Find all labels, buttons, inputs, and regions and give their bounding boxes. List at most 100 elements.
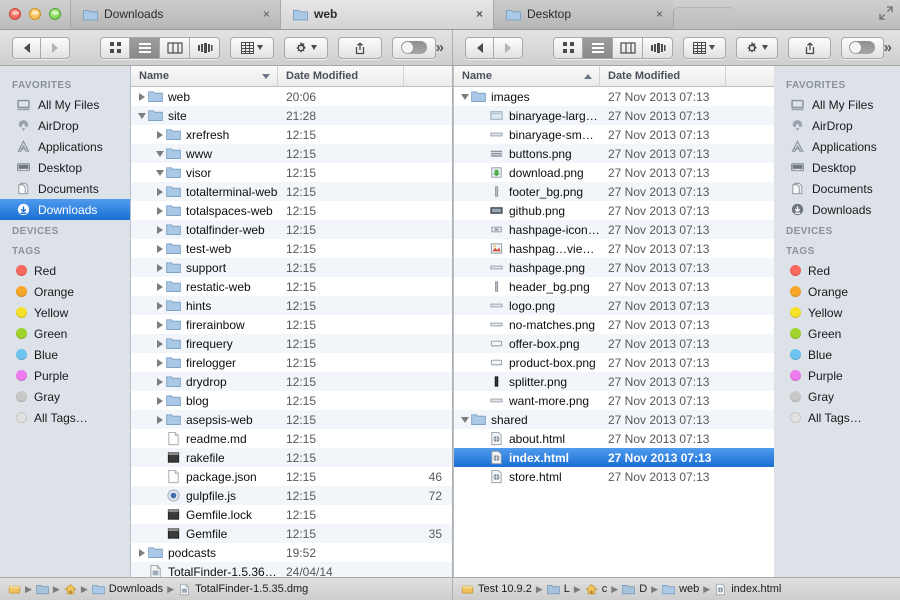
sidebar-item-all-tags[interactable]: All Tags… [774,407,900,428]
disclosure-triangle-expanded[interactable] [153,150,166,157]
disclosure-triangle-collapsed[interactable] [153,358,166,367]
sidebar-item-green[interactable]: Green [774,323,900,344]
table-row[interactable]: totalterminal-web 12:15 [131,182,452,201]
sidebar-item-yellow[interactable]: Yellow [774,302,900,323]
disclosure-triangle-collapsed[interactable] [153,320,166,329]
sidebar-item-green[interactable]: Green [0,323,130,344]
disclosure-triangle-expanded[interactable] [153,169,166,176]
table-row[interactable]: web 20:06 [131,87,452,106]
sidebar-item-yellow[interactable]: Yellow [0,302,130,323]
close-icon[interactable]: × [460,8,483,20]
table-row[interactable]: github.png 27 Nov 2013 07:13 [454,201,774,220]
action-button-right[interactable] [735,36,779,59]
sidebar-item-desktop[interactable]: Desktop [0,157,130,178]
disclosure-triangle-collapsed[interactable] [153,339,166,348]
arrange-button-right[interactable] [683,36,726,59]
breadcrumb-item[interactable] [8,583,21,596]
table-row[interactable]: hashpage.png 27 Nov 2013 07:13 [454,258,774,277]
table-row[interactable]: splitter.png 27 Nov 2013 07:13 [454,372,774,391]
table-row[interactable]: index.html 27 Nov 2013 07:13 [454,448,774,467]
disclosure-triangle-collapsed[interactable] [135,92,148,101]
table-row[interactable]: Gemfile.lock 12:15 [131,505,452,524]
disclosure-triangle-collapsed[interactable] [153,301,166,310]
disclosure-triangle-collapsed[interactable] [153,377,166,386]
zoom-window-button[interactable] [49,8,61,20]
disclosure-triangle-collapsed[interactable] [153,244,166,253]
sidebar-item-purple[interactable]: Purple [774,365,900,386]
table-row[interactable]: drydrop 12:15 [131,372,452,391]
table-row[interactable]: binaryage-large.png 27 Nov 2013 07:13 [454,106,774,125]
column-header-name[interactable]: Name [454,66,600,86]
disclosure-triangle-collapsed[interactable] [153,396,166,405]
sidebar-item-documents[interactable]: Documents [774,178,900,199]
table-row[interactable]: firerainbow 12:15 [131,315,452,334]
table-row[interactable]: images 27 Nov 2013 07:13 [454,87,774,106]
table-row[interactable]: firelogger 12:15 [131,353,452,372]
close-icon[interactable]: × [640,8,663,20]
sidebar-item-all-tags[interactable]: All Tags… [0,407,130,428]
forward-button[interactable] [41,36,70,59]
table-row[interactable]: firequery 12:15 [131,334,452,353]
column-view-button-right[interactable] [613,36,643,59]
sidebar-item-downloads[interactable]: Downloads [774,199,900,220]
disclosure-triangle-collapsed[interactable] [153,282,166,291]
tab-desktop[interactable]: Desktop × [493,0,673,29]
table-row[interactable]: hints 12:15 [131,296,452,315]
sidebar-item-downloads[interactable]: Downloads [0,199,130,220]
breadcrumb-item[interactable] [63,583,77,596]
table-row[interactable]: hashpag…view.png 27 Nov 2013 07:13 [454,239,774,258]
column-header-name[interactable]: Name [131,66,278,86]
breadcrumb-item[interactable] [36,583,49,596]
table-row[interactable]: package.json 12:15 46 [131,467,452,486]
table-row[interactable]: podcasts 19:52 [131,543,452,562]
sidebar-item-documents[interactable]: Documents [0,178,130,199]
action-button[interactable] [283,36,328,59]
breadcrumb-item[interactable]: TotalFinder-1.5.35.dmg [178,583,308,596]
list-view-button-right[interactable] [583,36,613,59]
file-rows-left[interactable]: web 20:06 site 21:28 xrefresh 12:15 www 12:15 vi… [131,87,452,577]
breadcrumb-item[interactable]: index.html [714,583,781,596]
sidebar-item-purple[interactable]: Purple [0,365,130,386]
back-button[interactable] [12,36,41,59]
table-row[interactable]: logo.png 27 Nov 2013 07:13 [454,296,774,315]
share-button-right[interactable] [788,36,831,59]
table-row[interactable]: header_bg.png 27 Nov 2013 07:13 [454,277,774,296]
fullscreen-icon[interactable] [879,6,893,20]
table-row[interactable]: offer-box.png 27 Nov 2013 07:13 [454,334,774,353]
tab-downloads[interactable]: Downloads × [70,0,280,29]
table-row[interactable]: hashpage-icon.png 27 Nov 2013 07:13 [454,220,774,239]
arrange-button[interactable] [230,36,274,59]
table-row[interactable]: readme.md 12:15 [131,429,452,448]
column-header-size[interactable] [726,66,774,86]
sidebar-item-all-my-files[interactable]: All My Files [774,94,900,115]
table-row[interactable]: footer_bg.png 27 Nov 2013 07:13 [454,182,774,201]
table-row[interactable]: rakefile 12:15 [131,448,452,467]
breadcrumb-item[interactable]: web [662,583,699,596]
sidebar-item-applications[interactable]: Applications [0,136,130,157]
toolbar-overflow-button-right[interactable]: » [884,39,894,56]
table-row[interactable]: totalspaces-web 12:15 [131,201,452,220]
table-row[interactable]: restatic-web 12:15 [131,277,452,296]
back-button-right[interactable] [465,36,494,59]
table-row[interactable]: binaryage-small.png 27 Nov 2013 07:13 [454,125,774,144]
sidebar-item-red[interactable]: Red [0,260,130,281]
tags-button-right[interactable] [840,36,884,59]
sidebar-item-airdrop[interactable]: AirDrop [774,115,900,136]
share-button[interactable] [337,36,382,59]
disclosure-triangle-collapsed[interactable] [153,206,166,215]
tags-button[interactable] [391,36,436,59]
table-row[interactable]: www 12:15 [131,144,452,163]
table-row[interactable]: Gemfile 12:15 35 [131,524,452,543]
coverflow-view-button-right[interactable] [643,36,673,59]
disclosure-triangle-expanded[interactable] [458,416,471,423]
icon-view-button[interactable] [100,36,130,59]
table-row[interactable]: TotalFinder-1.5.36.dmg 24/04/14 [131,562,452,577]
table-row[interactable]: gulpfile.js 12:15 72 [131,486,452,505]
minimize-window-button[interactable] [29,8,41,20]
disclosure-triangle-collapsed[interactable] [153,263,166,272]
forward-button-right[interactable] [494,36,523,59]
table-row[interactable]: store.html 27 Nov 2013 07:13 [454,467,774,486]
close-window-button[interactable] [9,8,21,20]
table-row[interactable]: buttons.png 27 Nov 2013 07:13 [454,144,774,163]
toolbar-overflow-button[interactable]: » [436,39,446,56]
